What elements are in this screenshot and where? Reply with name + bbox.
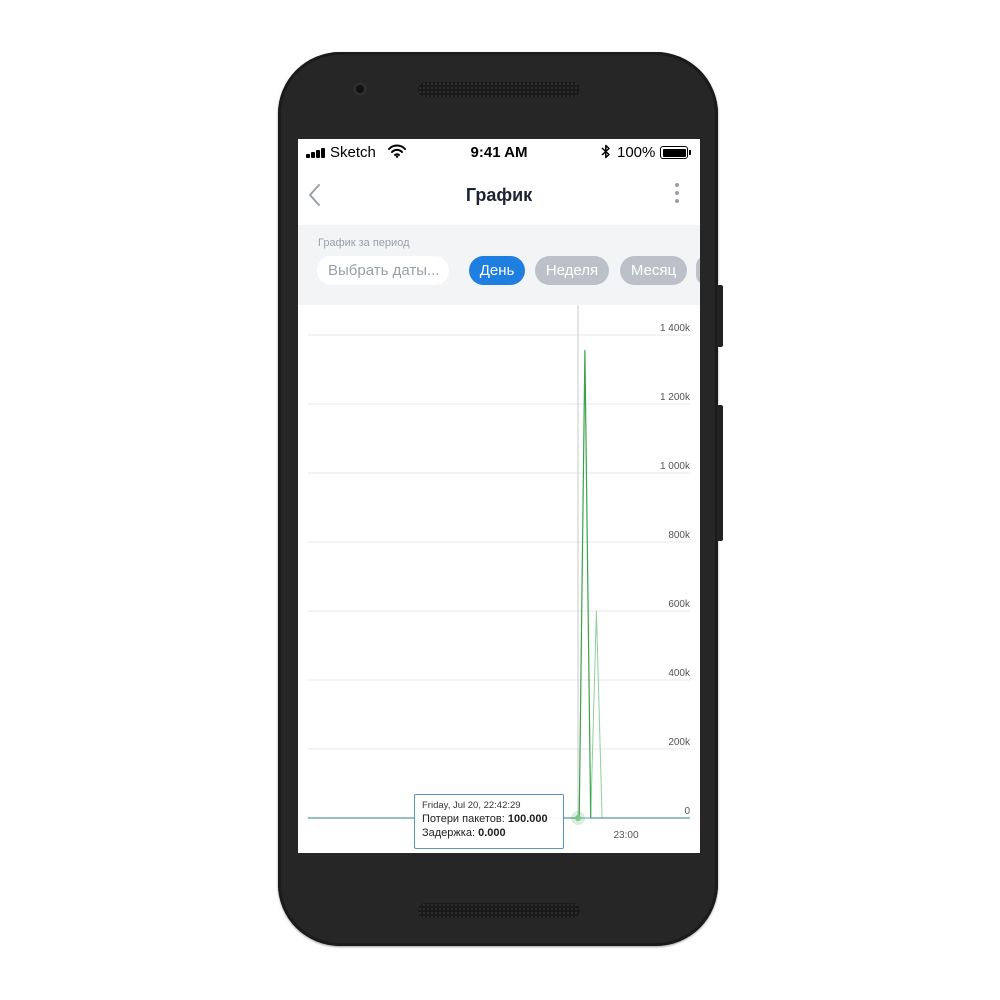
nav-bar: График: [298, 167, 700, 225]
battery-icon: [660, 146, 688, 159]
tooltip-row-delay: Задержка: 0.000: [422, 826, 556, 840]
tooltip-date: Friday, Jul 20, 22:42:29: [422, 800, 521, 811]
period-filter: График за период Выбрать даты... День Не…: [298, 225, 700, 305]
more-vertical-icon[interactable]: [670, 182, 684, 208]
top-speaker: [418, 82, 580, 97]
app-screen: Sketch 9:41 AM 100% График График за пер…: [298, 139, 700, 853]
series-line: [308, 610, 690, 819]
tooltip-delay-label: Задержка:: [422, 827, 476, 839]
tooltip-loss-label: Потери пакетов:: [422, 813, 505, 825]
period-month-button[interactable]: Месяц: [620, 256, 687, 285]
y-tick-label: 400k: [668, 668, 691, 679]
volume-button: [717, 405, 723, 541]
period-label: График за период: [318, 237, 410, 249]
front-camera: [353, 82, 367, 96]
battery-tip: [689, 150, 691, 155]
tooltip-row-loss: Потери пакетов: 100.000: [422, 812, 556, 826]
status-bar: Sketch 9:41 AM 100%: [298, 139, 700, 167]
chart-area[interactable]: 1 400k 1 200k 1 000k 800k 600k 400k 200k 0 23:00: [298, 305, 700, 853]
y-tick-label: 1 000k: [660, 461, 691, 472]
x-tick-label: 23:00: [613, 830, 638, 841]
page-title: График: [465, 185, 533, 205]
tooltip-delay-value: 0.000: [478, 827, 506, 839]
series-line: [308, 349, 690, 819]
bottom-speaker: [418, 903, 580, 918]
hover-marker: [575, 815, 581, 821]
y-tick-label: 800k: [668, 530, 691, 541]
tooltip-loss-value: 100.000: [507, 813, 548, 825]
chart-tooltip: Friday, Jul 20, 22:42:29 Потери пакетов:…: [414, 794, 564, 849]
bluetooth-icon: [601, 144, 610, 159]
y-tick-label: 0: [684, 806, 690, 817]
y-tick-label: 1 200k: [660, 392, 691, 403]
y-tick-label: 200k: [668, 737, 691, 748]
battery-percent: 100%: [617, 144, 656, 161]
period-day-button[interactable]: День: [469, 256, 525, 285]
power-button: [717, 285, 723, 347]
y-tick-label: 1 400k: [660, 323, 691, 334]
period-week-button[interactable]: Неделя: [535, 256, 609, 285]
line-chart[interactable]: 1 400k 1 200k 1 000k 800k 600k 400k 200k 0 23:00: [298, 305, 700, 853]
y-tick-label: 600k: [668, 599, 691, 610]
date-range-input[interactable]: Выбрать даты...: [317, 256, 449, 285]
period-more-button[interactable]: [696, 256, 700, 285]
